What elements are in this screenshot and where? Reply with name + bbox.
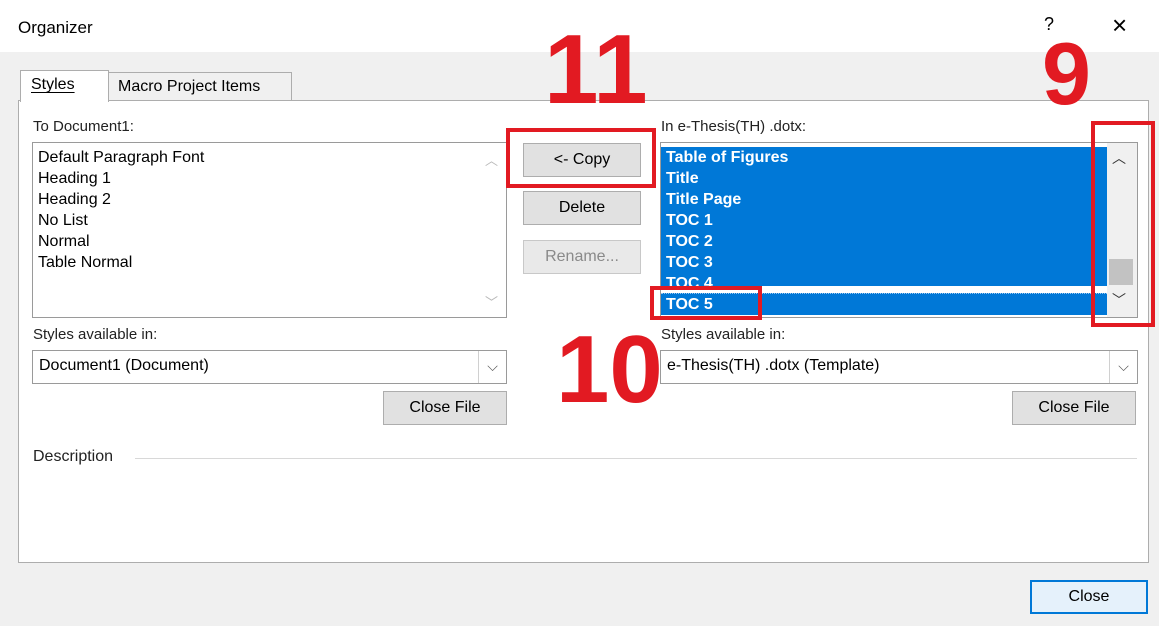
left-styles-available-label: Styles available in:	[33, 326, 158, 343]
close-button[interactable]: Close	[1030, 580, 1148, 614]
list-item[interactable]: Table Normal	[33, 252, 506, 273]
annotation-number-10: 10	[556, 316, 663, 423]
list-item[interactable]: Normal	[33, 231, 506, 252]
list-item[interactable]: TOC 1	[661, 210, 1107, 231]
right-styles-available-combo[interactable]: e-Thesis(TH) .dotx (Template)	[660, 350, 1138, 384]
description-divider	[135, 458, 1137, 459]
annotation-box-scrollbar	[1091, 121, 1155, 327]
list-item[interactable]: Title Page	[661, 189, 1107, 210]
list-item[interactable]: TOC 2	[661, 231, 1107, 252]
list-item[interactable]: Title	[661, 168, 1107, 189]
list-item[interactable]: Heading 2	[33, 189, 506, 210]
right-combo-value: e-Thesis(TH) .dotx (Template)	[667, 357, 880, 374]
right-combo-chevron-down-icon[interactable]: ⌵	[1109, 351, 1137, 383]
tab-styles-label: Styles	[31, 76, 75, 93]
right-list-label: In e-Thesis(TH) .dotx:	[661, 118, 807, 135]
description-label: Description	[33, 448, 114, 465]
annotation-number-9: 9	[1042, 24, 1091, 123]
left-styles-list[interactable]: Default Paragraph Font Heading 1 Heading…	[32, 142, 507, 318]
left-scroll-down-icon[interactable]: ﹀	[485, 292, 498, 311]
close-icon[interactable]: ×	[1112, 10, 1127, 41]
tab-macro-label: Macro Project Items	[118, 78, 261, 95]
annotation-box-toc5	[650, 286, 762, 320]
annotation-box-copy	[506, 128, 656, 188]
list-item[interactable]: No List	[33, 210, 506, 231]
rename-button[interactable]: Rename...	[523, 240, 641, 274]
left-styles-available-combo[interactable]: Document1 (Document)	[32, 350, 507, 384]
annotation-number-11: 11	[544, 14, 648, 124]
left-scroll-up-icon[interactable]: ︿	[485, 150, 498, 169]
left-combo-chevron-down-icon[interactable]: ⌵	[478, 351, 506, 383]
right-styles-available-label: Styles available in:	[661, 326, 786, 343]
tab-macro-project-items[interactable]: Macro Project Items	[108, 72, 292, 101]
list-item[interactable]: Heading 1	[33, 168, 506, 189]
left-close-file-button[interactable]: Close File	[383, 391, 507, 425]
list-item[interactable]: TOC 3	[661, 252, 1107, 273]
window-title: Organizer	[18, 18, 93, 37]
delete-button[interactable]: Delete	[523, 191, 641, 225]
list-item[interactable]: TOC 4	[661, 273, 1107, 286]
list-item[interactable]: Default Paragraph Font	[33, 147, 506, 168]
right-close-file-button[interactable]: Close File	[1012, 391, 1136, 425]
tab-styles[interactable]: Styles	[20, 70, 109, 102]
left-combo-value: Document1 (Document)	[39, 357, 209, 374]
list-item[interactable]: Table of Figures	[661, 147, 1107, 168]
left-list-label: To Document1:	[33, 118, 134, 135]
